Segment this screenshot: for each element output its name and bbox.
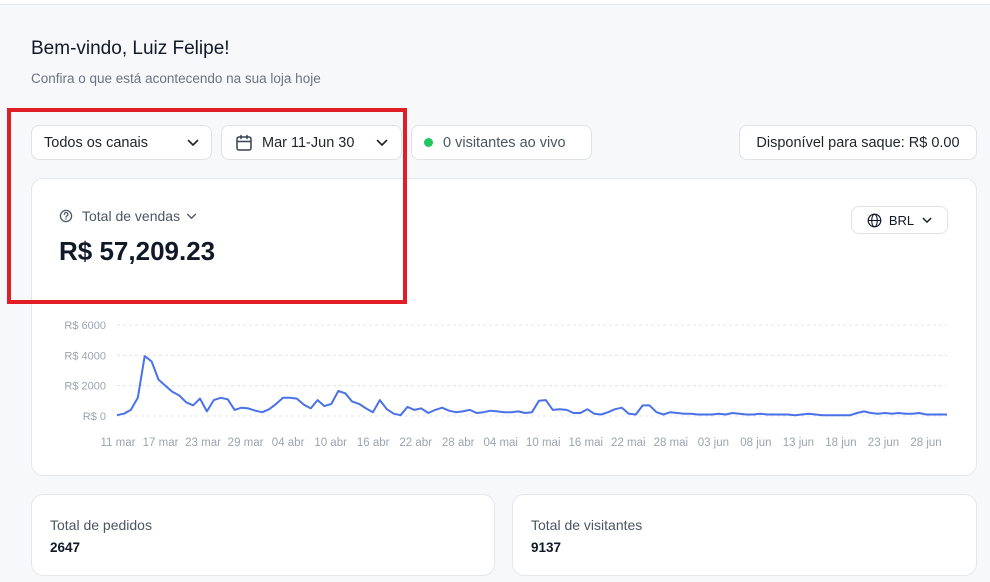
x-tick-label: 13 jun: [783, 437, 814, 449]
y-tick-label: R$ 4000: [64, 350, 106, 362]
x-tick-label: 10 abr: [314, 437, 347, 449]
x-tick-label: 29 mar: [228, 437, 264, 449]
x-tick-label: 16 abr: [357, 437, 390, 449]
live-visitors-label: 0 visitantes ao vivo: [443, 134, 566, 151]
live-visitors-button[interactable]: 0 visitantes ao vivo: [411, 125, 592, 160]
x-tick-label: 16 mai: [569, 437, 604, 449]
channel-select-label: Todos os canais: [44, 134, 148, 151]
x-tick-label: 17 mar: [143, 437, 179, 449]
calendar-icon: [235, 134, 253, 152]
date-range-picker[interactable]: Mar 11-Jun 30: [221, 125, 402, 160]
visitors-label: Total de visitantes: [531, 517, 643, 533]
y-tick-label: R$ 2000: [64, 381, 106, 393]
x-tick-label: 08 jun: [740, 437, 771, 449]
chevron-down-icon: [187, 139, 199, 147]
x-tick-label: 28 mai: [654, 437, 689, 449]
balance-label: Disponível para saque: R$ 0.00: [756, 134, 960, 151]
x-tick-label: 03 jun: [698, 437, 729, 449]
orders-label: Total de pedidos: [50, 517, 152, 533]
y-tick-label: R$ 6000: [64, 320, 106, 332]
live-status-dot: [424, 138, 433, 147]
top-bar: [0, 0, 990, 5]
visitors-card: Total de visitantes 9137: [512, 494, 977, 576]
x-tick-label: 18 jun: [825, 437, 856, 449]
x-tick-label: 28 jun: [910, 437, 941, 449]
sales-line-chart: R$ 6000 R$ 4000 R$ 2000 R$ 0 11 mar 17 mar 23 …: [64, 320, 947, 449]
sales-card: Total de vendas R$ 57,209.23 BRL R$ 6000…: [31, 178, 977, 476]
page-subtitle: Confira o que está acontecendo na sua lo…: [31, 71, 321, 86]
x-tick-label: 10 mai: [526, 437, 561, 449]
channel-select[interactable]: Todos os canais: [31, 125, 212, 160]
date-range-label: Mar 11-Jun 30: [262, 134, 355, 151]
chevron-down-icon: [376, 139, 388, 147]
x-tick-label: 23 jun: [868, 437, 899, 449]
balance-button[interactable]: Disponível para saque: R$ 0.00: [739, 125, 977, 160]
y-tick-label: R$ 0: [83, 411, 106, 423]
visitors-value: 9137: [531, 540, 562, 555]
x-tick-label: 22 abr: [399, 437, 432, 449]
x-tick-label: 04 abr: [272, 437, 305, 449]
page-title: Bem-vindo, Luiz Felipe!: [31, 38, 230, 59]
x-tick-label: 04 mai: [483, 437, 518, 449]
x-tick-label: 23 mar: [185, 437, 221, 449]
x-tick-label: 28 abr: [442, 437, 475, 449]
orders-card: Total de pedidos 2647: [31, 494, 495, 576]
x-tick-label: 22 mai: [611, 437, 646, 449]
x-tick-label: 11 mar: [101, 437, 136, 449]
orders-value: 2647: [50, 540, 81, 555]
